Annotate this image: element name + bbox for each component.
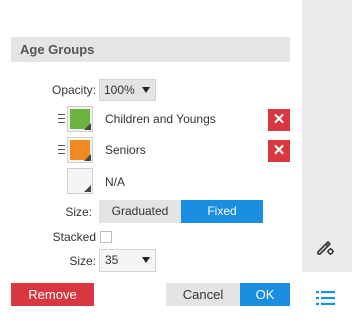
corner-icon xyxy=(84,154,91,161)
fixed-toggle[interactable]: Fixed xyxy=(181,200,263,223)
opacity-select[interactable]: 100% xyxy=(99,79,156,101)
stacked-checkbox[interactable] xyxy=(100,231,112,243)
color-swatch[interactable] xyxy=(67,137,93,163)
drag-handle-icon[interactable] xyxy=(58,145,65,154)
item-label: N/A xyxy=(105,175,126,189)
color-swatch[interactable] xyxy=(67,106,93,132)
pencil-gear-icon[interactable] xyxy=(315,237,335,257)
close-icon: ✕ xyxy=(272,111,286,128)
drag-handle-icon[interactable] xyxy=(58,114,65,123)
opacity-value: 100% xyxy=(104,83,135,97)
chevron-down-icon xyxy=(142,257,150,263)
cancel-button[interactable]: Cancel xyxy=(166,283,240,306)
opacity-label: Opacity: xyxy=(51,83,96,97)
ok-button[interactable]: OK xyxy=(240,283,290,306)
chevron-down-icon xyxy=(142,87,150,93)
item-label: Seniors xyxy=(105,143,146,157)
stacked-label: Stacked xyxy=(52,230,96,244)
section-header: Age Groups xyxy=(11,37,290,62)
item-label: Children and Youngs xyxy=(105,112,216,126)
delete-item-button[interactable]: ✕ xyxy=(268,109,290,131)
corner-icon xyxy=(84,185,91,192)
color-swatch[interactable] xyxy=(67,168,93,194)
style-editor-panel: Age Groups Opacity: 100% Children and Yo… xyxy=(0,0,302,324)
corner-icon xyxy=(84,123,91,130)
list-icon[interactable] xyxy=(316,290,336,306)
size-mode-label: Size: xyxy=(65,205,92,219)
delete-item-button[interactable]: ✕ xyxy=(268,140,290,162)
graduated-toggle[interactable]: Graduated xyxy=(99,200,181,223)
size-select[interactable]: 35 xyxy=(99,249,156,272)
size-value: 35 xyxy=(105,253,119,267)
close-icon: ✕ xyxy=(272,142,286,159)
remove-button[interactable]: Remove xyxy=(11,283,94,306)
size-label: Size: xyxy=(69,254,96,268)
